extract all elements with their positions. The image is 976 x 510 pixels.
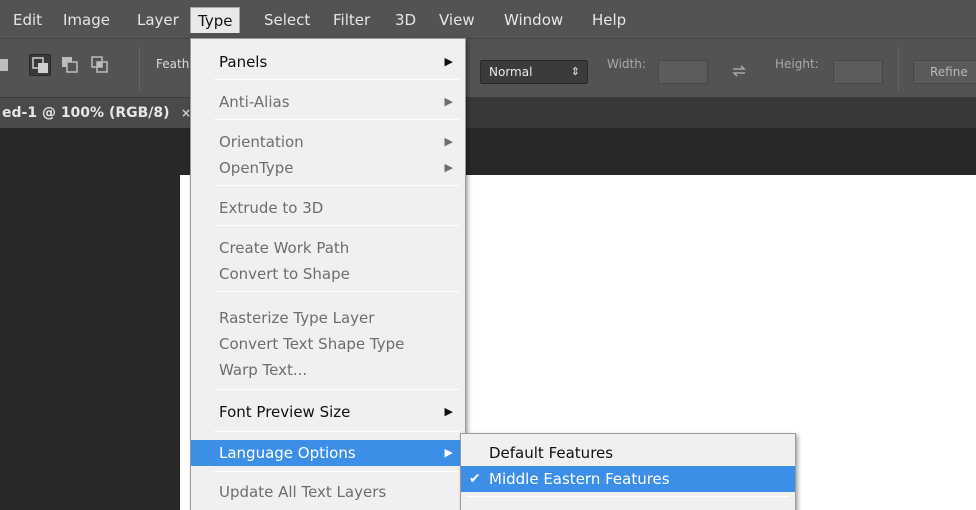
menu-item-panels[interactable]: Panels ▶: [191, 49, 465, 75]
menu-item-extrude-to-3d[interactable]: Extrude to 3D: [191, 195, 465, 221]
submenu-arrow-icon: ▶: [444, 161, 453, 174]
intersect-selection-icon: [91, 56, 108, 73]
language-options-submenu: Default Features ✔ Middle Eastern Featur…: [460, 433, 796, 510]
menu-item-label: Extrude to 3D: [219, 199, 324, 217]
menu-item-label: OpenType: [219, 159, 294, 177]
menu-item-label: Panels: [219, 53, 268, 71]
menu-item-label: Create Work Path: [219, 239, 350, 257]
menu-item-label: Font Preview Size: [219, 403, 351, 421]
menu-item-convert-to-shape[interactable]: Convert to Shape: [191, 261, 465, 287]
menu-item-label: Update All Text Layers: [219, 483, 387, 501]
document-tab-title: ed-1 @ 100% (RGB/8): [2, 105, 170, 121]
menu-item-default-features[interactable]: Default Features: [461, 440, 795, 466]
menu-3d[interactable]: 3D: [388, 7, 423, 33]
style-select[interactable]: Normal ⇕: [480, 60, 588, 84]
submenu-arrow-icon: ▶: [444, 135, 453, 148]
new-selection-button[interactable]: [0, 54, 14, 76]
menu-separator: [214, 185, 459, 186]
menu-item-opentype[interactable]: OpenType ▶: [191, 155, 465, 181]
menu-separator: [214, 431, 459, 432]
height-input[interactable]: [833, 60, 883, 84]
menu-item-label: Rasterize Type Layer: [219, 309, 375, 327]
menu-layer[interactable]: Layer: [130, 7, 186, 33]
menu-item-create-work-path[interactable]: Create Work Path: [191, 235, 465, 261]
menu-separator: [214, 471, 459, 472]
options-bar: Feath Normal ⇕ Width: Height: Refine: [0, 38, 976, 98]
submenu-arrow-icon: ▶: [444, 446, 453, 459]
menu-separator: [214, 119, 459, 120]
menu-item-label: Language Options: [219, 444, 356, 462]
menu-window[interactable]: Window: [497, 7, 570, 33]
menu-item-rasterize-type-layer[interactable]: Rasterize Type Layer: [191, 305, 465, 331]
check-icon: ✔: [469, 471, 481, 487]
submenu-arrow-icon: ▶: [444, 55, 453, 68]
subtract-selection-button[interactable]: [59, 54, 81, 76]
menu-bar: Edit Image Layer Type Select Filter 3D V…: [0, 0, 976, 38]
width-input[interactable]: [658, 60, 708, 84]
swap-width-height-icon[interactable]: [729, 61, 749, 81]
menu-item-language-options[interactable]: Language Options ▶: [191, 440, 465, 466]
submenu-arrow-icon: ▶: [444, 405, 453, 418]
add-to-selection-button[interactable]: [29, 54, 51, 76]
subtract-selection-icon: [62, 57, 78, 73]
submenu-arrow-icon: ▶: [444, 95, 453, 108]
menu-filter[interactable]: Filter: [326, 7, 377, 33]
add-selection-icon: [32, 57, 48, 73]
menu-item-orientation[interactable]: Orientation ▶: [191, 129, 465, 155]
intersect-selection-button[interactable]: [89, 54, 111, 76]
menu-item-label: Warp Text...: [219, 361, 308, 379]
new-selection-icon: [0, 59, 8, 71]
menu-separator: [214, 79, 459, 80]
spinner-icon: ⇕: [570, 65, 580, 78]
menu-item-warp-text[interactable]: Warp Text...: [191, 357, 465, 383]
menu-item-label: Orientation: [219, 133, 304, 151]
menu-item-label: Default Features: [489, 444, 614, 462]
menu-item-label: Convert to Shape: [219, 265, 350, 283]
menu-image[interactable]: Image: [56, 7, 117, 33]
menu-separator: [214, 291, 459, 292]
menu-type[interactable]: Type: [190, 7, 241, 33]
type-menu: Panels ▶ Anti-Alias ▶ Orientation ▶ Open…: [190, 38, 466, 510]
menu-select[interactable]: Select: [257, 7, 317, 33]
menu-item-label: Anti-Alias: [219, 93, 290, 111]
menu-item-anti-alias[interactable]: Anti-Alias ▶: [191, 89, 465, 115]
menu-item-label: Middle Eastern Features: [489, 470, 670, 488]
height-label: Height:: [775, 57, 819, 71]
style-select-value: Normal: [489, 65, 533, 79]
menu-item-convert-text-shape-type[interactable]: Convert Text Shape Type: [191, 331, 465, 357]
menu-edit[interactable]: Edit: [6, 7, 49, 33]
feather-label: Feath: [156, 57, 190, 71]
document-tab-bar: ed-1 @ 100% (RGB/8) ×: [0, 98, 976, 128]
menu-item-middle-eastern-features[interactable]: ✔ Middle Eastern Features: [461, 466, 795, 492]
refine-edge-button[interactable]: Refine: [913, 60, 976, 84]
menu-separator: [214, 389, 459, 390]
options-divider: [898, 47, 899, 91]
menu-item-update-all-text-layers[interactable]: Update All Text Layers: [191, 479, 465, 505]
menu-view[interactable]: View: [432, 7, 482, 33]
menu-help[interactable]: Help: [585, 7, 633, 33]
menu-separator: [467, 496, 789, 497]
document-tab[interactable]: ed-1 @ 100% (RGB/8) ×: [0, 98, 200, 128]
menu-item-label: Convert Text Shape Type: [219, 335, 405, 353]
options-divider: [139, 47, 140, 91]
width-label: Width:: [607, 57, 646, 71]
menu-separator: [214, 225, 459, 226]
menu-item-font-preview-size[interactable]: Font Preview Size ▶: [191, 399, 465, 425]
